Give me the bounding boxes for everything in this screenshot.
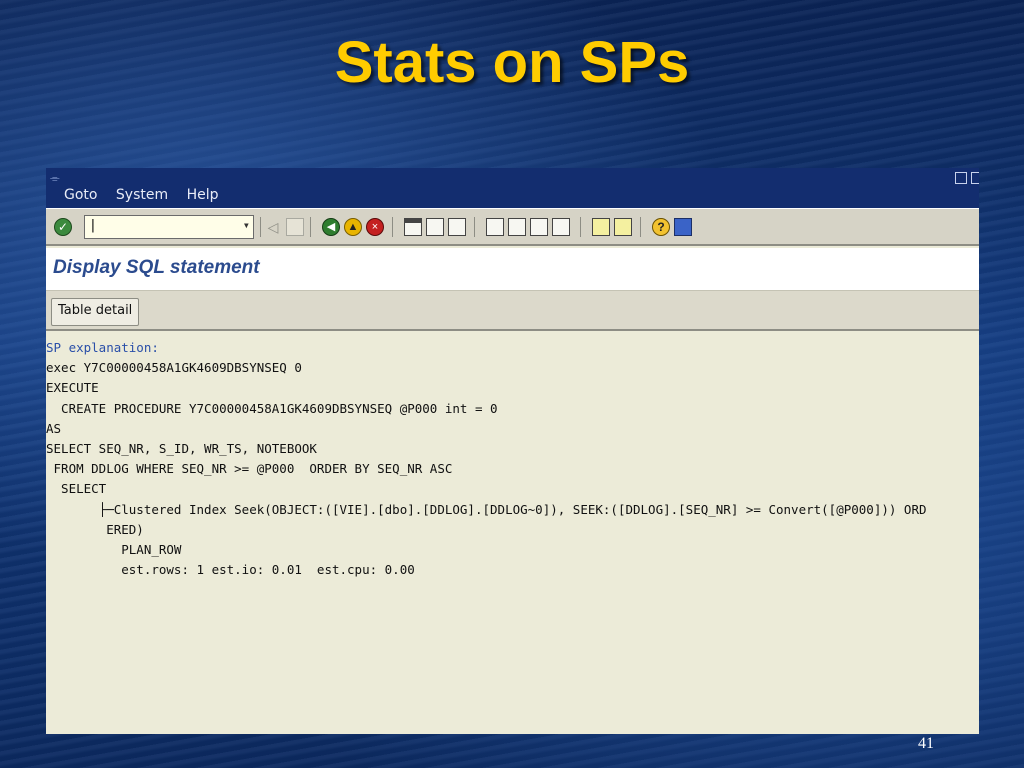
screen-header: Display SQL statement: [46, 248, 979, 291]
back-arrow-left-icon: ◁: [267, 219, 279, 235]
create-session-icon[interactable]: [592, 218, 610, 236]
toolbar-separator: [310, 217, 311, 237]
table-detail-button[interactable]: Table detail: [51, 298, 140, 326]
sql-line: ├─Clustered Index Seek(OBJECT:([VIE].[db…: [46, 501, 927, 517]
window-controls: [951, 171, 979, 189]
command-field-value: |: [89, 218, 97, 233]
toolbar-separator: [392, 217, 393, 237]
standard-toolbar: ✓ | ▾ ◁ ◀ ▲ × ?: [46, 208, 979, 246]
next-page-icon[interactable]: [530, 218, 548, 236]
sql-line: exec Y7C00000458A1GK4609DBSYNSEQ 0: [46, 360, 302, 376]
sql-explanation: SP explanation: exec Y7C00000458A1GK4609…: [46, 338, 979, 728]
toolbar-separator: [474, 217, 475, 237]
first-page-icon[interactable]: [486, 218, 504, 236]
minimize-icon[interactable]: [955, 172, 967, 184]
sql-line: EXECUTE: [46, 380, 99, 396]
prev-page-icon[interactable]: [508, 218, 526, 236]
sql-line: FROM DDLOG WHERE SEQ_NR >= @P000 ORDER B…: [46, 461, 453, 477]
toolbar-separator: [640, 217, 641, 237]
layout-menu-icon[interactable]: [674, 218, 692, 236]
sql-line: SELECT SEQ_NR, S_ID, WR_TS, NOTEBOOK: [46, 440, 317, 456]
sql-line: SP explanation:: [46, 340, 159, 355]
print-icon[interactable]: [404, 218, 422, 236]
sap-window: ⌯ Goto System Help ✓ | ▾ ◁ ◀ ▲ × ? Displ…: [46, 168, 979, 734]
page-number: 41: [918, 735, 934, 752]
sql-line: AS: [46, 420, 62, 436]
sql-line: PLAN_ROW: [46, 541, 182, 557]
sql-line: SELECT: [46, 481, 107, 497]
last-page-icon[interactable]: [552, 218, 570, 236]
toolbar-separator: [260, 217, 261, 237]
help-icon[interactable]: ?: [652, 218, 670, 236]
sql-line: ERED): [46, 521, 144, 537]
menu-bar: Goto System Help: [64, 186, 233, 204]
save-icon: [286, 218, 304, 236]
find-icon[interactable]: [426, 218, 444, 236]
cancel-icon[interactable]: ×: [366, 218, 384, 236]
find-next-icon[interactable]: [448, 218, 466, 236]
sql-line: CREATE PROCEDURE Y7C00000458A1GK4609DBSY…: [46, 400, 498, 416]
menu-help[interactable]: Help: [187, 187, 219, 203]
toolbar-separator: [580, 217, 581, 237]
application-toolbar: Table detail: [46, 291, 979, 331]
command-field[interactable]: | ▾: [84, 215, 254, 239]
system-menu-icon[interactable]: ⌯: [50, 171, 60, 186]
check-icon[interactable]: ✓: [54, 218, 72, 236]
menu-system[interactable]: System: [116, 187, 168, 203]
dropdown-icon[interactable]: ▾: [243, 218, 250, 232]
shortcut-icon[interactable]: [614, 218, 632, 236]
up-arrow-icon[interactable]: ▲: [344, 218, 362, 236]
slide-title: Stats on SPs: [334, 30, 690, 95]
back-arrow-icon[interactable]: ◀: [322, 218, 340, 236]
maximize-icon[interactable]: [971, 172, 979, 184]
title-bar: ⌯ Goto System Help: [46, 168, 979, 208]
menu-goto[interactable]: Goto: [64, 187, 97, 203]
screen-title: Display SQL statement: [53, 257, 260, 278]
sql-line: est.rows: 1 est.io: 0.01 est.cpu: 0.00: [46, 562, 415, 578]
